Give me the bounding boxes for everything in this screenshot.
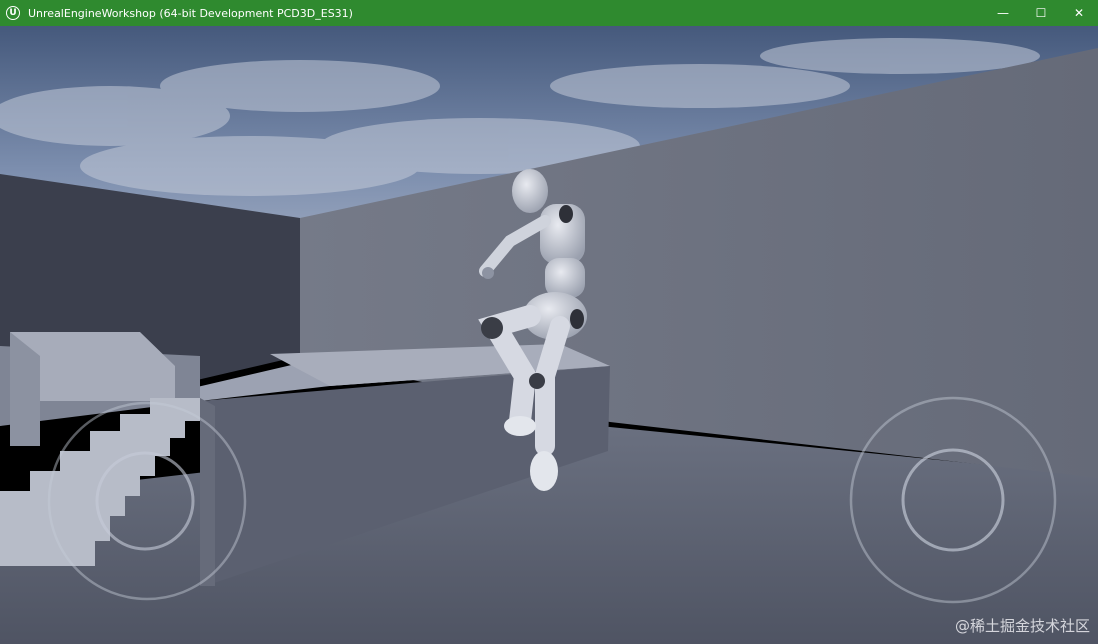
window-title: UnrealEngineWorkshop (64-bit Development…: [28, 6, 353, 20]
game-scene: [0, 26, 1098, 644]
game-viewport[interactable]: @稀土掘金技术社区: [0, 26, 1098, 644]
maximize-button[interactable]: ☐: [1022, 0, 1060, 26]
unreal-engine-logo-icon: U: [6, 6, 20, 20]
watermark-text: @稀土掘金技术社区: [954, 617, 1090, 635]
close-button[interactable]: ✕: [1060, 0, 1098, 26]
window-controls: — ☐ ✕: [984, 0, 1098, 26]
application-window: U UnrealEngineWorkshop (64-bit Developme…: [0, 0, 1098, 644]
title-bar[interactable]: U UnrealEngineWorkshop (64-bit Developme…: [0, 0, 1098, 26]
minimize-button[interactable]: —: [984, 0, 1022, 26]
